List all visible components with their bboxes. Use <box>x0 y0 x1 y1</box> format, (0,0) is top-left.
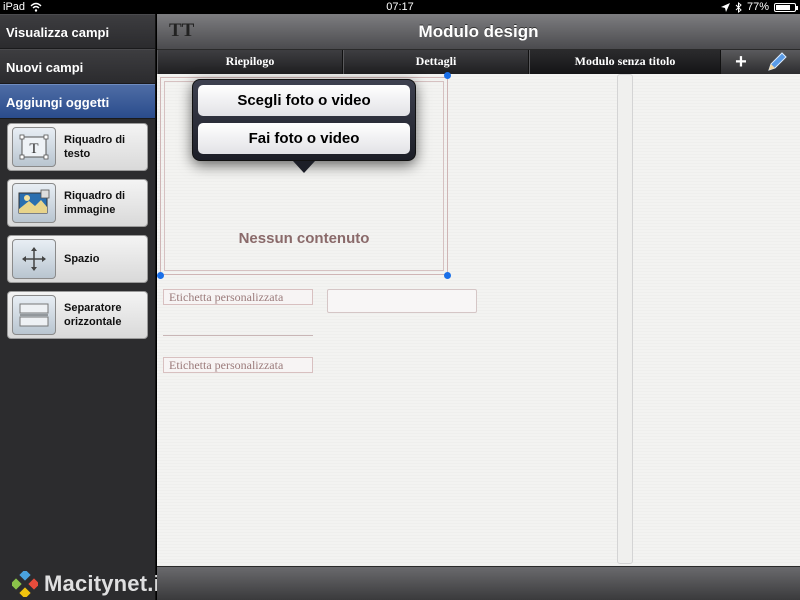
object-label: Separatore orizzontale <box>64 302 122 328</box>
photo-popover: Scegli foto o video Fai foto o video <box>192 79 416 173</box>
no-content-label: Nessun contenuto <box>238 230 370 247</box>
choose-photo-video-button[interactable]: Scegli foto o video <box>198 85 410 116</box>
popover-arrow <box>293 161 315 173</box>
text-field[interactable] <box>327 289 477 313</box>
object-label: Riquadro di testo <box>64 134 126 160</box>
status-right: 77% <box>720 1 798 13</box>
custom-label-1[interactable]: Etichetta personalizzata <box>163 289 313 305</box>
tab-bar: Riepilogo Dettagli Modulo senza titolo + <box>157 50 800 74</box>
custom-label-2[interactable]: Etichetta personalizzata <box>163 357 313 373</box>
object-image-box[interactable]: Riquadro di immagine <box>7 179 148 227</box>
macitynet-logo-icon <box>12 571 38 597</box>
add-tab-button[interactable]: + <box>721 50 761 74</box>
horizontal-separator-icon <box>12 295 56 335</box>
sidebar-item-nuovi-campi[interactable]: Nuovi campi <box>0 49 155 84</box>
sidebar-item-visualizza-campi[interactable]: Visualizza campi <box>0 14 155 49</box>
move-arrows-icon <box>12 239 56 279</box>
sidebar-item-aggiungi-oggetti[interactable]: Aggiungi oggetti <box>0 84 155 119</box>
battery-percent: 77% <box>746 1 769 13</box>
sidebar: Visualizza campi Nuovi campi Aggiungi og… <box>0 14 167 600</box>
object-horizontal-separator[interactable]: Separatore orizzontale <box>7 291 148 339</box>
watermark-text: Macitynet.it <box>44 571 168 596</box>
battery-icon <box>774 2 798 12</box>
object-space[interactable]: Spazio <box>7 235 148 283</box>
resize-handle-bottom-right[interactable] <box>444 272 451 279</box>
resize-handle-bottom-left[interactable] <box>157 272 164 279</box>
watermark-logo: Macitynet.it <box>12 571 167 597</box>
object-label: Riquadro di immagine <box>64 190 126 216</box>
text-box-icon: T <box>12 127 56 167</box>
location-icon <box>720 2 730 12</box>
tab-dettagli[interactable]: Dettagli <box>343 50 529 74</box>
image-box-icon <box>12 183 56 223</box>
clock: 07:17 <box>386 1 414 13</box>
resize-handle-top-right[interactable] <box>444 72 451 79</box>
tab-riepilogo[interactable]: Riepilogo <box>157 50 343 74</box>
pencil-icon[interactable] <box>761 50 793 74</box>
horizontal-separator[interactable] <box>163 335 313 336</box>
tab-modulo-senza-titolo[interactable]: Modulo senza titolo <box>529 50 721 74</box>
take-photo-video-button[interactable]: Fai foto o video <box>198 123 410 154</box>
nav-bar: TT Modulo design <box>157 14 800 50</box>
object-list: T Riquadro di testo Riquadro di immagine <box>0 119 155 351</box>
column-divider[interactable] <box>617 74 633 564</box>
svg-text:T: T <box>29 141 38 157</box>
object-label: Spazio <box>64 253 100 265</box>
object-text-box[interactable]: T Riquadro di testo <box>7 123 148 171</box>
bluetooth-icon <box>735 1 742 13</box>
bottom-toolbar <box>157 566 800 600</box>
status-bar: iPad 07:17 77% <box>0 0 800 14</box>
page-title: Modulo design <box>418 22 539 41</box>
